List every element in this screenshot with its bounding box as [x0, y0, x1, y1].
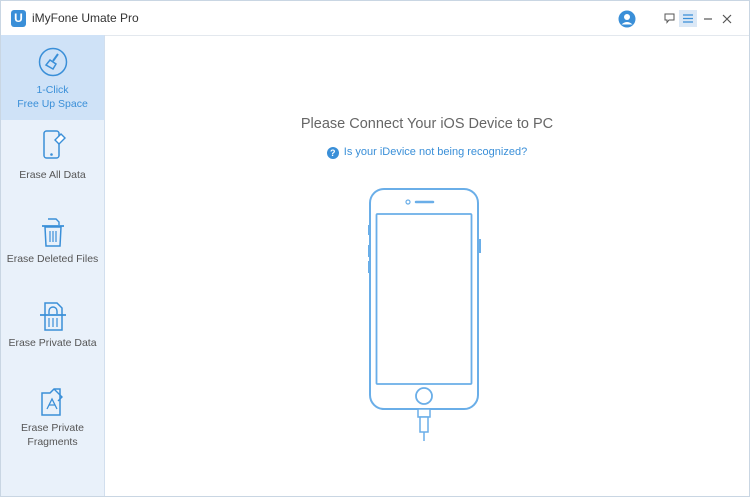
minimize-icon[interactable]: [699, 10, 717, 27]
sidebar-item-free-up-space[interactable]: 1-Click Free Up Space: [1, 35, 104, 120]
broom-icon: [38, 47, 67, 77]
title-bar: U iMyFone Umate Pro: [1, 1, 749, 36]
sidebar-item-label: Erase All Data: [19, 169, 86, 181]
sidebar-item-label: Free Up Space: [17, 98, 88, 110]
app-logo-icon: U: [11, 10, 26, 27]
phone-erase-icon: [42, 130, 66, 159]
sidebar: 1-Click Free Up Space Erase All Data Era…: [1, 35, 105, 496]
sidebar-item-erase-all-data[interactable]: Erase All Data: [1, 129, 104, 199]
sidebar-item-erase-deleted-files[interactable]: Erase Deleted Files: [1, 216, 104, 286]
sidebar-item-erase-private-data[interactable]: Erase Private Data: [1, 300, 104, 370]
connect-device-heading: Please Connect Your iOS Device to PC: [300, 116, 554, 132]
sidebar-item-label: Erase Deleted Files: [6, 253, 99, 265]
sidebar-item-label: Erase Private Data: [8, 337, 97, 349]
menu-icon[interactable]: [679, 10, 697, 27]
private-data-icon: [39, 302, 66, 331]
phone-illustration: [368, 188, 481, 441]
help-link-text: Is your iDevice not being recognized?: [343, 146, 528, 158]
main-panel: Please Connect Your iOS Device to PC ? Is…: [105, 35, 749, 496]
device-not-recognized-link[interactable]: ? Is your iDevice not being recognized?: [105, 146, 749, 159]
sidebar-item-label: Erase Private: [20, 422, 85, 434]
close-icon[interactable]: [718, 10, 736, 27]
sidebar-item-label: 1-Click: [36, 84, 69, 96]
sidebar-item-erase-private-fragments[interactable]: Erase Private Fragments: [1, 385, 104, 465]
trash-icon: [41, 218, 64, 247]
sidebar-item-label: Fragments: [27, 436, 78, 448]
app-window: U iMyFone Umate Pro 1-Click Free Up Spac…: [0, 0, 750, 497]
app-title: iMyFone Umate Pro: [32, 11, 139, 25]
question-icon: ?: [326, 147, 339, 159]
feedback-icon[interactable]: [660, 10, 678, 27]
fragments-icon: [40, 388, 63, 416]
user-icon[interactable]: [618, 10, 636, 33]
